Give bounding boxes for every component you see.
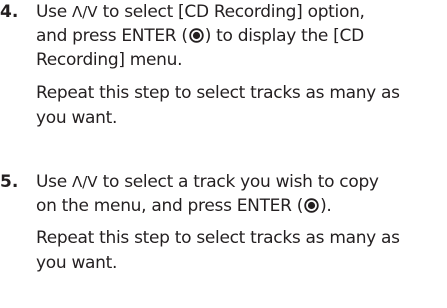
step-4-line-2: and press ENTER ( ) to display the [CD: [36, 24, 364, 49]
step-4-line-3: Recording] menu.: [36, 50, 183, 70]
step-5-line-2: on the menu, and press ENTER ().: [36, 194, 332, 219]
enter-button-icon: [304, 198, 319, 213]
step-4-number: 4.: [0, 2, 19, 22]
step-5-number: 5.: [0, 172, 19, 192]
step-4-line-1: Use Λ/V to select [CD Recording] option,: [36, 0, 365, 25]
step-4-line-2-end: ) to display the [CD: [204, 26, 364, 46]
step-5-line-1: Use Λ/V to select a track you wish to co…: [36, 170, 379, 195]
step-5-line-3: Repeat this step to select tracks as man…: [36, 228, 400, 248]
step-5-line-2-start: on the menu, and press ENTER (: [36, 196, 304, 216]
step-5-line-1-end: to select a track you wish to copy: [97, 172, 379, 192]
step-5-line-4: you want.: [36, 253, 118, 273]
step-4-line-1-start: Use: [36, 2, 72, 22]
step-4-line-2-start: and press ENTER (: [36, 26, 188, 46]
up-down-arrows-icon: Λ/V: [71, 173, 98, 191]
enter-button-icon: [189, 28, 204, 43]
step-4-line-4: Repeat this step to select tracks as man…: [36, 83, 400, 103]
step-4-line-5: you want.: [36, 108, 118, 128]
step-5-line-1-start: Use: [36, 172, 72, 192]
up-down-arrows-icon: Λ/V: [71, 3, 98, 21]
step-5-line-2-end: ).: [320, 196, 332, 216]
step-4-line-1-end: to select [CD Recording] option,: [97, 2, 365, 22]
